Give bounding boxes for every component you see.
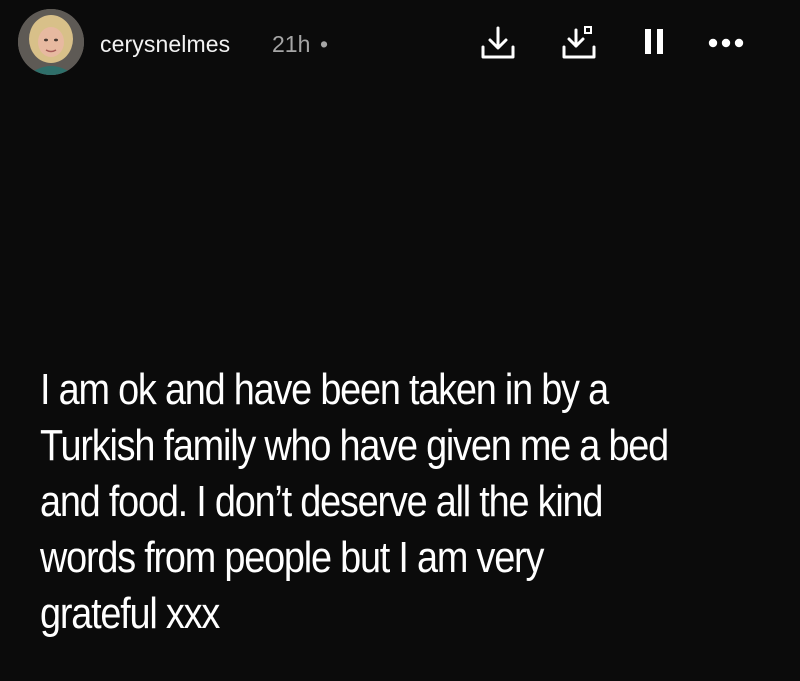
username[interactable]: cerysnelmes [100,31,230,58]
pause-icon[interactable] [634,22,676,64]
story-text-line: and food. I don’t deserve all the kind [40,477,603,526]
story-text-line: I am ok and have been taken in by a [40,365,609,414]
more-options-icon[interactable] [704,22,752,64]
story-text-line: words from people but I am very [40,533,544,582]
save-to-device-icon[interactable] [558,22,600,64]
story-text-line: grateful xxx [40,589,220,638]
download-icon[interactable] [477,22,519,64]
story-text: I am ok and have been taken in by a Turk… [40,362,771,642]
story-header: cerysnelmes 21h • [0,0,800,90]
story-view: cerysnelmes 21h • I am ok and have been … [0,0,800,681]
separator-dot: • [320,31,329,57]
timestamp: 21h [272,31,311,57]
story-text-line: Turkish family who have given me a bed [40,421,669,470]
avatar[interactable] [18,9,84,75]
